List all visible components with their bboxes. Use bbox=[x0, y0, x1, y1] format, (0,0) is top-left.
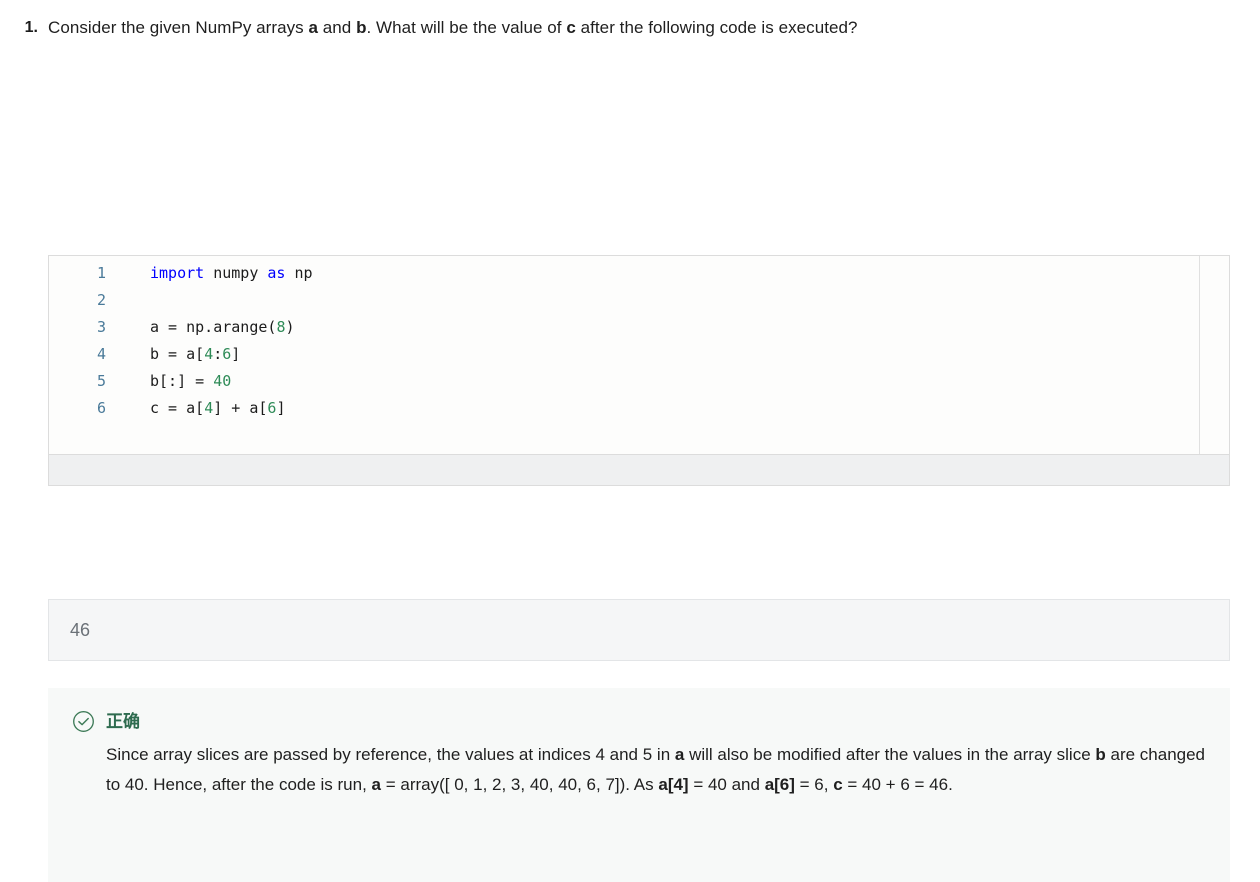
quiz-question-page: 1. Consider the given NumPy arrays a and… bbox=[0, 0, 1260, 882]
code-line-text: c = a[4] + a[6] bbox=[150, 399, 286, 417]
code-line: 4 b = a[4:6] bbox=[49, 345, 1229, 372]
code-editor-status-bar bbox=[49, 454, 1229, 485]
code-editor[interactable]: 1 import numpy as np 2 3 a = np.arange(8) 4 b… bbox=[48, 255, 1230, 486]
code-line-number: 5 bbox=[96, 372, 106, 390]
code-line-number: 4 bbox=[96, 345, 106, 363]
feedback-explanation: Since array slices are passed by referen… bbox=[106, 745, 1206, 794]
code-lines-container: 1 import numpy as np 2 3 a = np.arange(8) 4 b… bbox=[49, 264, 1229, 426]
code-line: 2 bbox=[49, 291, 1229, 318]
code-editor-vertical-divider bbox=[1199, 256, 1200, 454]
code-line-text: import numpy as np bbox=[150, 264, 313, 282]
check-circle-icon bbox=[72, 710, 95, 733]
answer-input[interactable]: 46 bbox=[48, 599, 1230, 661]
code-line-number: 1 bbox=[96, 264, 106, 282]
feedback-header: 正确 bbox=[72, 709, 1206, 733]
code-editor-surface[interactable]: 1 import numpy as np 2 3 a = np.arange(8) 4 b… bbox=[49, 256, 1229, 454]
code-line-text: b = a[4:6] bbox=[150, 345, 241, 363]
code-line-text: a = np.arange(8) bbox=[150, 318, 295, 336]
code-line: 6 c = a[4] + a[6] bbox=[49, 399, 1229, 426]
code-line: 3 a = np.arange(8) bbox=[49, 318, 1229, 345]
question-text: Consider the given NumPy arrays a and b.… bbox=[48, 18, 858, 37]
answer-input-value: 46 bbox=[70, 619, 91, 640]
code-line-number: 2 bbox=[96, 291, 106, 309]
code-line-number: 3 bbox=[96, 318, 106, 336]
feedback-status-label: 正确 bbox=[106, 711, 140, 731]
question-prompt: 1. Consider the given NumPy arrays a and… bbox=[0, 12, 1260, 44]
code-line-text: b[:] = 40 bbox=[150, 372, 232, 390]
code-line: 1 import numpy as np bbox=[49, 264, 1229, 291]
question-number: 1. bbox=[24, 19, 38, 36]
code-line: 5 b[:] = 40 bbox=[49, 372, 1229, 399]
feedback-panel: 正确 Since array slices are passed by refe… bbox=[48, 688, 1230, 882]
code-line-number: 6 bbox=[96, 399, 106, 417]
